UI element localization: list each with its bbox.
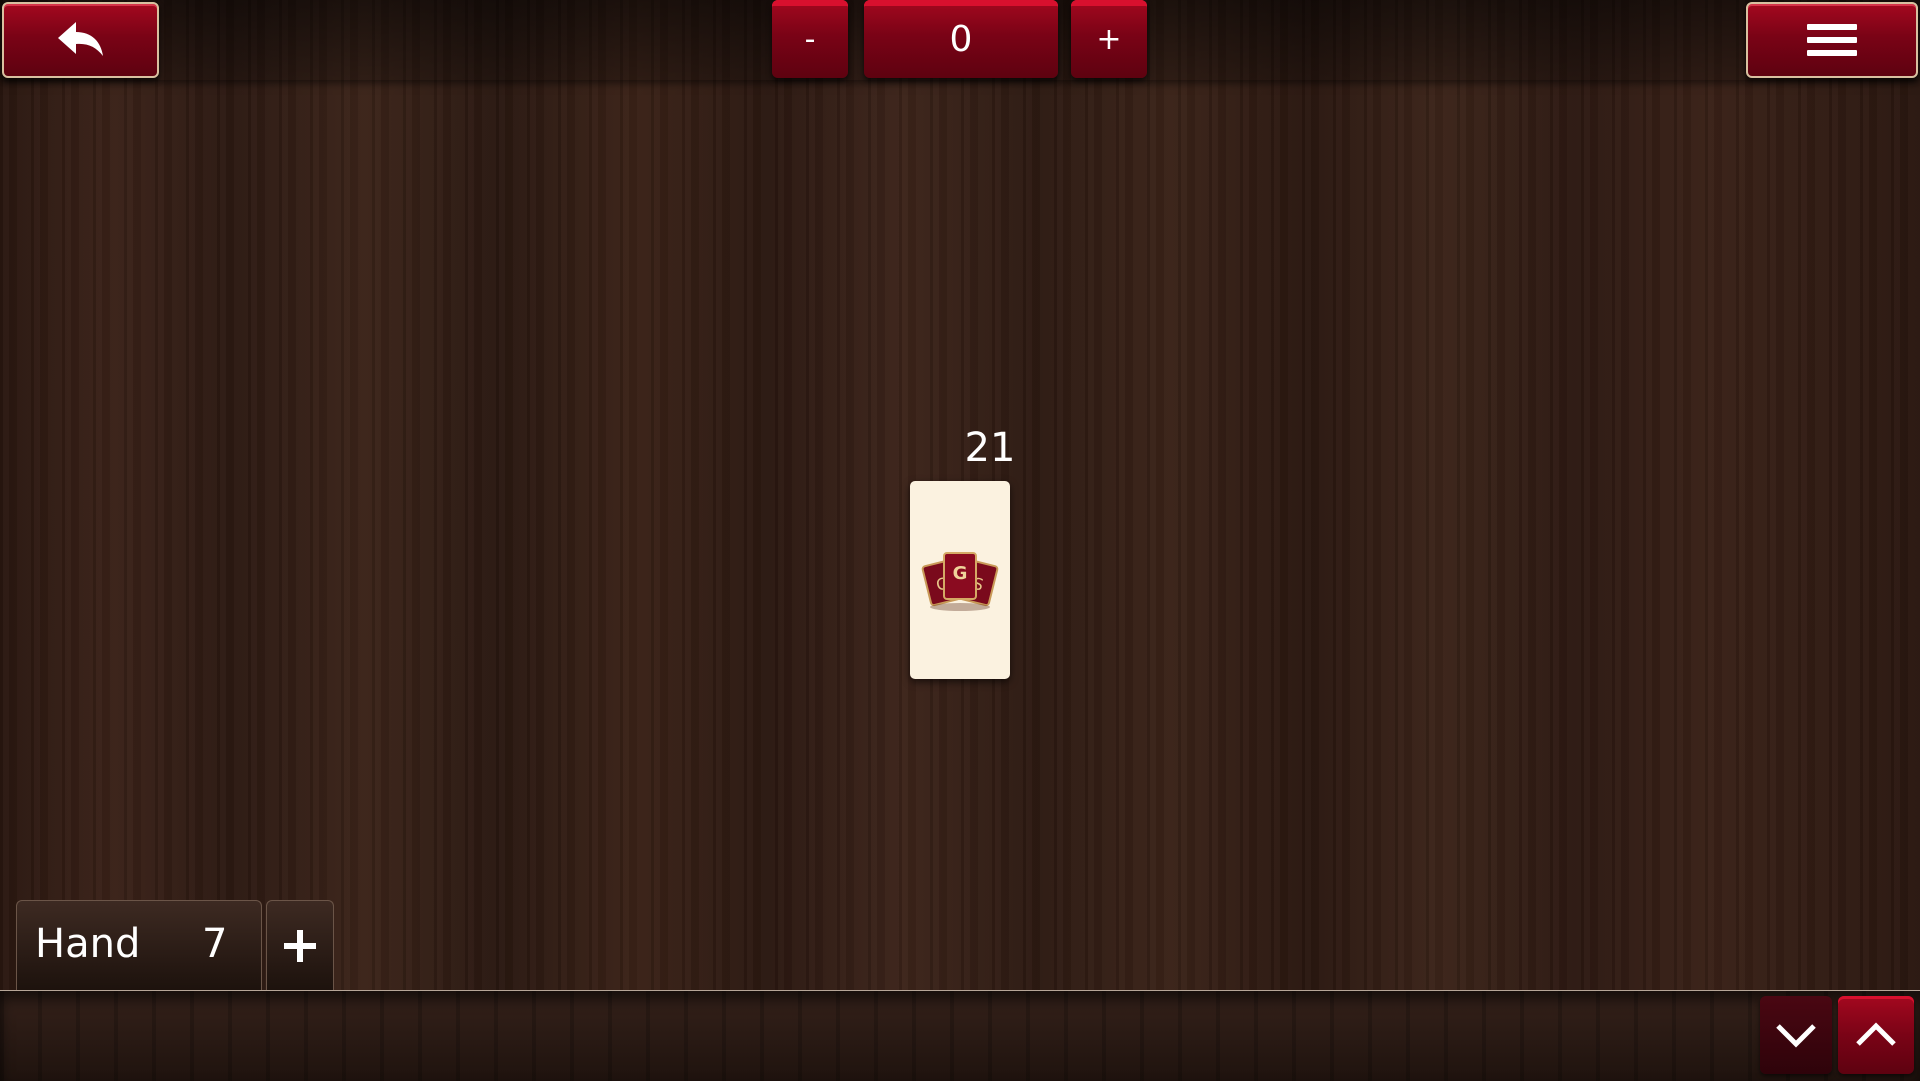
chevron-up-icon bbox=[1856, 1022, 1896, 1046]
decrement-button[interactable]: - bbox=[772, 0, 848, 78]
undo-arrow-icon bbox=[57, 22, 103, 56]
add-to-hand-button[interactable] bbox=[266, 900, 334, 990]
hand-label: Hand bbox=[35, 921, 141, 967]
chevron-down-icon bbox=[1776, 1024, 1816, 1048]
collapse-hand-button[interactable] bbox=[1760, 996, 1832, 1074]
hand-card-count: 7 bbox=[202, 921, 228, 967]
decrement-label: - bbox=[804, 21, 816, 57]
expand-hand-button[interactable] bbox=[1838, 996, 1914, 1074]
plus-icon bbox=[284, 929, 316, 962]
card-stack-count: 21 bbox=[964, 425, 1016, 471]
counter-display[interactable]: 0 bbox=[864, 0, 1058, 78]
button-highlight bbox=[1071, 0, 1147, 6]
hand-tray bbox=[0, 990, 1920, 1081]
svg-text:G: G bbox=[953, 563, 968, 584]
counter-highlight bbox=[864, 0, 1058, 6]
button-highlight bbox=[772, 0, 848, 6]
menu-button[interactable] bbox=[1746, 2, 1918, 78]
increment-button[interactable]: + bbox=[1071, 0, 1147, 78]
hamburger-menu-icon bbox=[1807, 17, 1857, 63]
counter-value: 0 bbox=[949, 18, 973, 60]
cgs-logo-icon: C S G bbox=[921, 552, 999, 611]
hand-tab[interactable]: Hand 7 bbox=[16, 900, 262, 990]
card-stack[interactable]: C S G bbox=[910, 481, 1010, 679]
increment-label: + bbox=[1096, 21, 1122, 57]
back-button[interactable] bbox=[2, 2, 159, 78]
